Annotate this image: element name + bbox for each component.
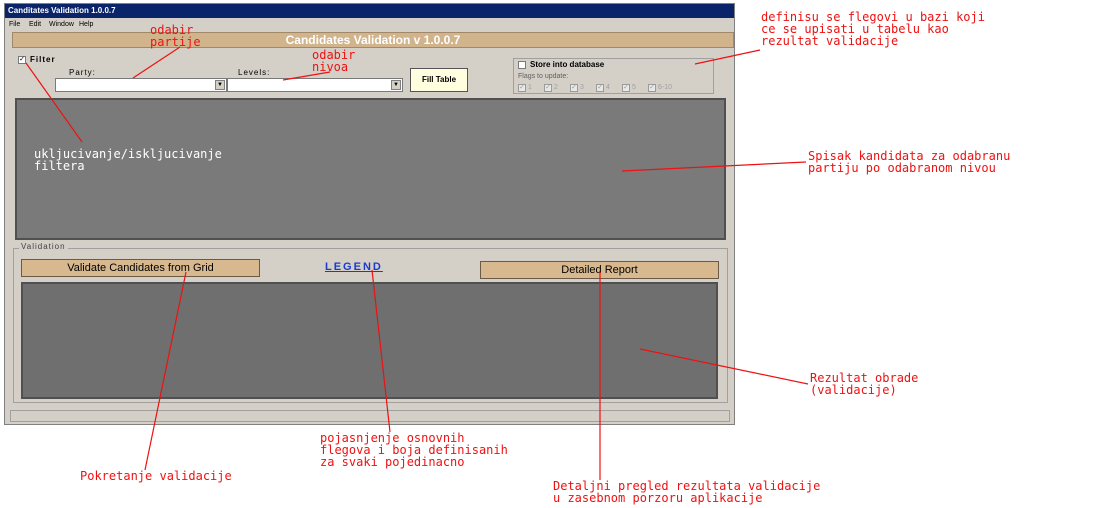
annotation-candidate-list: Spisak kandidata za odabranu partiju po … (808, 149, 1011, 175)
annotation-levels: odabir nivoa (312, 48, 356, 74)
annotation-detailed-explain: Detaljni pregled rezultata validacije u … (553, 479, 821, 505)
arrow-legend (371, 269, 391, 433)
arrow-candidate-list (621, 161, 807, 172)
annotation-result: Rezultat obrade (validacije) (810, 371, 919, 397)
arrow-validate (144, 271, 187, 471)
annotation-arrows (25, 46, 809, 480)
annotation-party: odabir partije (150, 23, 201, 49)
arrow-filter-toggle (25, 62, 83, 143)
annotation-legend-explain: pojasnjenje osnovnih flegova i boja defi… (320, 431, 508, 469)
arrow-party (132, 46, 181, 79)
arrow-result (639, 348, 809, 385)
annotation-filter-toggle: ukljucivanje/iskljucivanje filtera (34, 147, 222, 173)
arrow-flags (694, 49, 761, 65)
annotation-start-validation: Pokretanje validacije (80, 469, 232, 483)
annotation-flags: definisu se flegovi u bazi koji ce se up… (761, 10, 985, 48)
